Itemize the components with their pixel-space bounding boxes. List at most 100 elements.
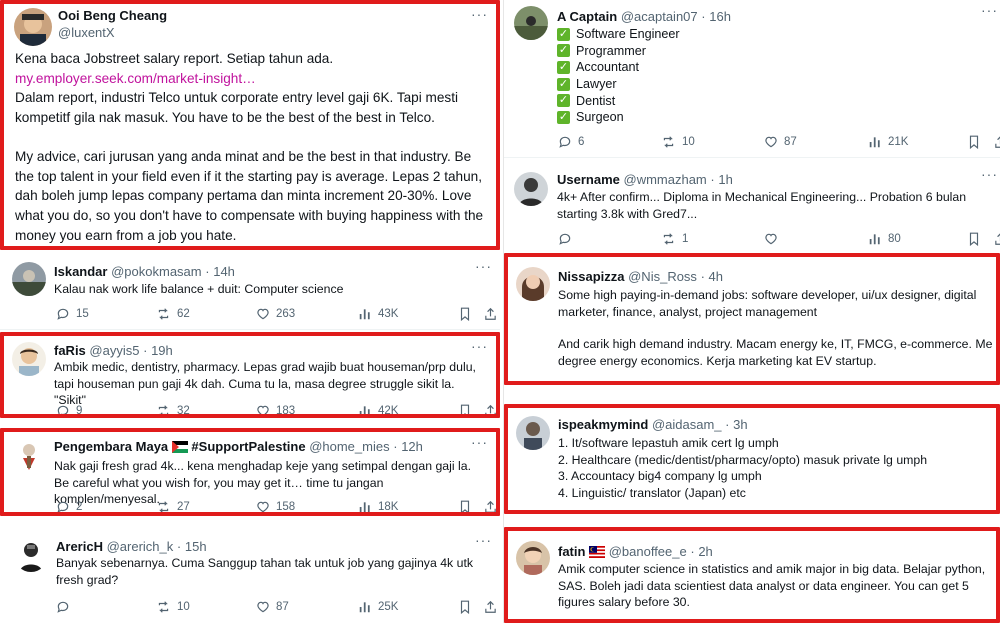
author-name[interactable]: Nissapizza	[558, 269, 624, 284]
timestamp[interactable]: 16h	[709, 9, 731, 24]
bookmark-button[interactable]	[459, 600, 477, 614]
author-name[interactable]: ArericH	[56, 539, 103, 554]
bookmark-button[interactable]	[968, 232, 986, 246]
like-button[interactable]: 263	[256, 307, 295, 321]
author-handle[interactable]: @wmmazham	[624, 172, 707, 187]
author-name[interactable]: A Captain	[557, 9, 617, 24]
like-button[interactable]: 158	[256, 500, 296, 513]
bookmark-button[interactable]	[968, 135, 986, 149]
tweet-link[interactable]: my.employer.seek.com/market-insight…	[15, 69, 490, 89]
views-button[interactable]: 80	[868, 232, 901, 246]
author-handle[interactable]: @Nis_Ross	[628, 269, 697, 284]
bookmark-button[interactable]	[459, 307, 477, 321]
retweet-count: 10	[682, 136, 695, 148]
retweet-button[interactable]: 10	[661, 135, 695, 149]
tweet-card[interactable]: Nissapizza @Nis_Ross · 4h Some high payi…	[504, 253, 1000, 385]
reply-button[interactable]: 9	[56, 404, 82, 414]
timestamp[interactable]: 3h	[733, 417, 747, 432]
like-count: 87	[276, 601, 289, 613]
author-name[interactable]: faRis	[54, 343, 86, 358]
author-handle[interactable]: @banoffee_e	[609, 544, 687, 559]
bookmark-button[interactable]	[459, 404, 477, 414]
avatar[interactable]	[14, 8, 52, 46]
retweet-button[interactable]: 10	[156, 600, 190, 614]
author-handle[interactable]: @arerich_k	[107, 539, 174, 554]
author-name[interactable]: Ooi Beng Cheang	[58, 7, 167, 24]
retweet-button[interactable]: 1	[661, 232, 688, 246]
more-icon[interactable]: ···	[471, 7, 488, 21]
author-handle[interactable]: @pokokmasam	[111, 264, 202, 279]
timestamp[interactable]: 1h	[718, 172, 732, 187]
reply-button[interactable]	[56, 600, 76, 614]
more-icon[interactable]: ···	[471, 435, 488, 449]
author-name[interactable]: ispeakmymind	[558, 417, 648, 432]
more-icon[interactable]: ···	[475, 259, 492, 273]
share-button[interactable]	[484, 500, 496, 512]
tweet-card[interactable]: A Captain @acaptain07 · 16h ··· ✓ Softwar…	[504, 0, 1000, 158]
tweet-card[interactable]: ArericH @arerich_k · 15h ··· Banyak sebe…	[0, 530, 500, 623]
avatar[interactable]	[12, 262, 46, 296]
views-button[interactable]: 21K	[868, 135, 908, 149]
tweet-card[interactable]: Ooi Beng Cheang @luxentX ··· Kena baca J…	[0, 0, 500, 250]
author-name[interactable]: Username	[557, 172, 620, 187]
reply-button[interactable]	[558, 232, 578, 246]
author-handle[interactable]: @home_mies	[309, 439, 389, 454]
retweet-button[interactable]: 32	[156, 404, 190, 414]
tweet-card[interactable]: fatin @banoffee_e · 2h Amik computer sci…	[504, 527, 1000, 623]
author-handle[interactable]: @aidasam_	[652, 417, 722, 432]
timestamp[interactable]: 14h	[213, 264, 235, 279]
tweet-card[interactable]: Username @wmmazham · 1h ··· 4k+ After co…	[504, 164, 1000, 250]
like-button[interactable]: 87	[764, 135, 797, 149]
tweet-card[interactable]: Pengembara Maya #SupportPalestine @home_…	[0, 428, 500, 516]
author-name[interactable]: Pengembara Maya	[54, 439, 168, 454]
author-handle[interactable]: @luxentX	[58, 24, 167, 41]
avatar[interactable]	[516, 267, 550, 301]
timestamp[interactable]: 15h	[185, 539, 207, 554]
bookmark-button[interactable]	[459, 500, 477, 512]
views-button[interactable]: 18K	[358, 500, 398, 512]
like-button[interactable]: 87	[256, 600, 289, 614]
timestamp[interactable]: 4h	[709, 269, 723, 284]
hashtag[interactable]: #SupportPalestine	[191, 439, 305, 454]
author-name[interactable]: fatin	[558, 544, 585, 559]
share-button[interactable]	[484, 404, 496, 414]
share-button[interactable]	[484, 307, 500, 321]
avatar[interactable]	[514, 172, 548, 206]
like-count: 158	[276, 501, 296, 513]
views-button[interactable]: 43K	[358, 307, 398, 321]
avatar[interactable]	[12, 342, 46, 376]
more-icon[interactable]: ···	[475, 533, 492, 547]
avatar[interactable]	[516, 541, 550, 575]
more-icon[interactable]: ···	[471, 339, 488, 353]
reply-button[interactable]: 15	[56, 307, 89, 321]
reply-button[interactable]: 2	[56, 500, 82, 512]
tweet-card[interactable]: faRis @ayyis5 · 19h ··· Ambik medic, den…	[0, 332, 500, 418]
author-handle[interactable]: @ayyis5	[89, 343, 139, 358]
bookmark-icon	[460, 600, 470, 614]
reply-button[interactable]: 6	[558, 135, 584, 149]
timestamp[interactable]: 19h	[151, 343, 173, 358]
tweet-line: Some high paying-in-demand jobs: softwar…	[558, 288, 977, 319]
avatar[interactable]	[514, 6, 548, 40]
views-button[interactable]: 25K	[358, 600, 398, 614]
author-handle[interactable]: @acaptain07	[621, 9, 698, 24]
author-name[interactable]: Iskandar	[54, 264, 107, 279]
retweet-button[interactable]: 27	[156, 500, 190, 512]
timestamp[interactable]: 12h	[401, 439, 423, 454]
avatar[interactable]	[516, 416, 550, 450]
share-button[interactable]	[994, 135, 1000, 149]
tweet-header: ispeakmymind @aidasam_ · 3h	[558, 417, 748, 433]
more-icon[interactable]: ···	[981, 167, 998, 181]
more-icon[interactable]: ···	[981, 3, 998, 17]
tweet-card[interactable]: Iskandar @pokokmasam · 14h ··· Kalau nak…	[0, 256, 500, 330]
like-button[interactable]: 183	[256, 404, 295, 414]
like-button[interactable]	[764, 232, 784, 246]
avatar[interactable]	[14, 538, 48, 572]
tweet-card[interactable]: ispeakmymind @aidasam_ · 3h 1. It/softwa…	[504, 404, 1000, 514]
avatar[interactable]	[12, 438, 46, 472]
timestamp[interactable]: 2h	[698, 544, 712, 559]
views-button[interactable]: 42K	[358, 404, 398, 414]
share-button[interactable]	[994, 232, 1000, 246]
retweet-button[interactable]: 62	[156, 307, 190, 321]
share-button[interactable]	[484, 600, 500, 614]
